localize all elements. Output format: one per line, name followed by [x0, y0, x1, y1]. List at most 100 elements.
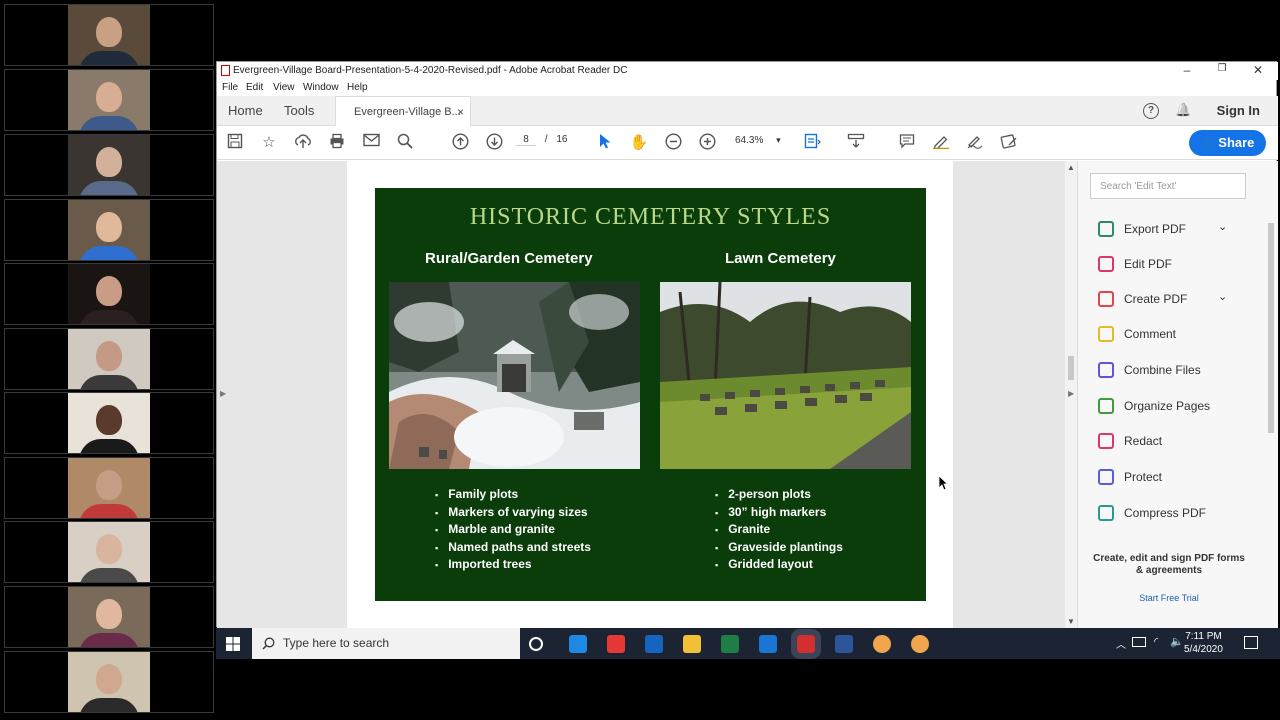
excel-icon[interactable] [721, 635, 739, 653]
close-tab-icon[interactable]: × [457, 97, 464, 127]
comment-tool-icon[interactable] [897, 133, 917, 153]
participant-video-tile[interactable] [4, 457, 214, 519]
participant-body [79, 51, 139, 65]
wifi-icon[interactable]: ◜ [1154, 635, 1158, 648]
menu-help[interactable]: Help [347, 82, 368, 93]
sign-in-button[interactable]: Sign In [1217, 103, 1260, 118]
zoom-dropdown[interactable]: 64.3% ▾ [735, 135, 781, 146]
participant-head [96, 276, 122, 306]
participant-video-tile[interactable] [4, 134, 214, 196]
participant-video [68, 135, 150, 195]
redact-icon [1098, 433, 1114, 449]
tools-search-input[interactable]: Search 'Edit Text' [1090, 173, 1246, 199]
current-page-field[interactable]: 8 [516, 134, 536, 146]
bell-icon[interactable]: 🔔 [1175, 102, 1191, 118]
start-free-trial-link[interactable]: Start Free Trial [1090, 593, 1248, 603]
menu-edit[interactable]: Edit [246, 82, 263, 93]
sign-icon[interactable] [965, 133, 985, 153]
participant-body [79, 504, 139, 518]
participant-video-tile[interactable] [4, 199, 214, 261]
taskbar: Type here to search ︿ ◜ 🔈 7:11 PM 5/4/20… [216, 628, 1280, 659]
email-icon[interactable] [361, 133, 381, 153]
page-down-icon[interactable] [484, 133, 504, 153]
help-icon[interactable]: ? [1143, 103, 1159, 119]
search-icon[interactable] [395, 133, 415, 153]
star-icon[interactable]: ☆ [259, 133, 279, 153]
select-arrow-icon[interactable] [595, 133, 615, 153]
tools-scrollbar-thumb[interactable] [1268, 223, 1274, 433]
participant-video-tile[interactable] [4, 328, 214, 390]
participant-video-tile[interactable] [4, 392, 214, 454]
chrome-icon[interactable] [607, 635, 625, 653]
participant-strip [0, 0, 216, 720]
participant-video-tile[interactable] [4, 651, 214, 713]
hand-tool-icon[interactable]: ✋ [629, 133, 649, 153]
page-up-icon[interactable] [450, 133, 470, 153]
promo-text: Create, edit and sign PDF forms & agreem… [1093, 553, 1245, 576]
scroll-down-icon[interactable]: ▼ [1067, 617, 1075, 626]
edge-icon[interactable] [569, 635, 587, 653]
tab-home[interactable]: Home [228, 96, 263, 126]
zoom-out-icon[interactable] [663, 133, 683, 153]
left-panel-toggle-icon[interactable]: ▶ [220, 389, 226, 398]
save-icon[interactable] [225, 133, 245, 153]
participant-body [79, 698, 139, 712]
participant-head [96, 82, 122, 112]
participant-video-tile[interactable] [4, 263, 214, 325]
outlook-icon[interactable] [645, 635, 663, 653]
list-item: Markers of varying sizes [435, 504, 591, 522]
battery-icon[interactable] [1132, 637, 1146, 647]
notification-center-icon[interactable] [1244, 636, 1258, 649]
app-orange-2-icon[interactable] [911, 635, 929, 653]
highlight-pen-icon[interactable] [931, 133, 951, 153]
minimize-button[interactable]: – [1172, 63, 1202, 77]
windows-start-icon[interactable] [226, 637, 240, 656]
participant-head [96, 405, 122, 435]
participant-body [79, 310, 139, 324]
tab-document[interactable]: Evergreen-Village B... × [335, 96, 471, 126]
acrobat-icon[interactable] [791, 629, 821, 659]
taskbar-search-box[interactable]: Type here to search [252, 628, 520, 659]
zoom-in-icon[interactable] [697, 133, 717, 153]
participant-video-tile[interactable] [4, 586, 214, 648]
upload-cloud-icon[interactable] [293, 133, 313, 153]
tray-chevron-icon[interactable]: ︿ [1116, 636, 1126, 651]
participant-video [68, 458, 150, 518]
tab-tools[interactable]: Tools [284, 96, 314, 126]
menu-view[interactable]: View [273, 82, 295, 93]
print-icon[interactable] [327, 133, 347, 153]
chevron-down-icon[interactable]: ⌄ [1218, 290, 1227, 303]
participant-video [68, 329, 150, 389]
menu-file[interactable]: File [222, 82, 238, 93]
scrollbar-thumb[interactable] [1068, 356, 1074, 380]
outlook-2-icon[interactable] [759, 635, 777, 653]
list-item: Imported trees [435, 556, 591, 574]
fill-sign-icon[interactable] [999, 133, 1019, 153]
file-explorer-icon[interactable] [683, 635, 701, 653]
cortana-icon[interactable] [529, 637, 543, 651]
participant-video-tile[interactable] [4, 69, 214, 131]
share-button[interactable]: 👤 Share [1189, 130, 1266, 156]
taskbar-clock[interactable]: 7:11 PM 5/4/2020 [1184, 630, 1223, 656]
close-button[interactable]: ✕ [1243, 63, 1273, 77]
list-item: Gridded layout [715, 556, 843, 574]
participant-video-tile[interactable] [4, 4, 214, 66]
scroll-mode-icon[interactable] [846, 133, 866, 153]
pdf-page: HISTORIC CEMETERY STYLES Rural/Garden Ce… [347, 161, 953, 628]
document-area[interactable]: ▶ HISTORIC CEMETERY STYLES Rural/Garden … [217, 161, 1077, 628]
chevron-down-icon[interactable]: ⌄ [1218, 220, 1227, 233]
rural-cemetery-photo [389, 282, 640, 469]
fit-page-icon[interactable] [803, 133, 823, 153]
restore-button[interactable]: ❐ [1207, 63, 1237, 74]
word-icon[interactable] [835, 635, 853, 653]
add-person-icon: 👤 [1200, 138, 1215, 150]
volume-icon[interactable]: 🔈 [1170, 635, 1184, 648]
app-orange-1-icon[interactable] [873, 635, 891, 653]
menu-window[interactable]: Window [303, 82, 339, 93]
collapse-pane-icon[interactable]: ▶ [1068, 389, 1074, 398]
participant-head [96, 470, 122, 500]
scroll-up-icon[interactable]: ▲ [1067, 163, 1075, 172]
participant-video-tile[interactable] [4, 521, 214, 583]
edit-pdf-icon [1098, 256, 1114, 272]
tools-scrollbar[interactable] [1266, 215, 1276, 585]
